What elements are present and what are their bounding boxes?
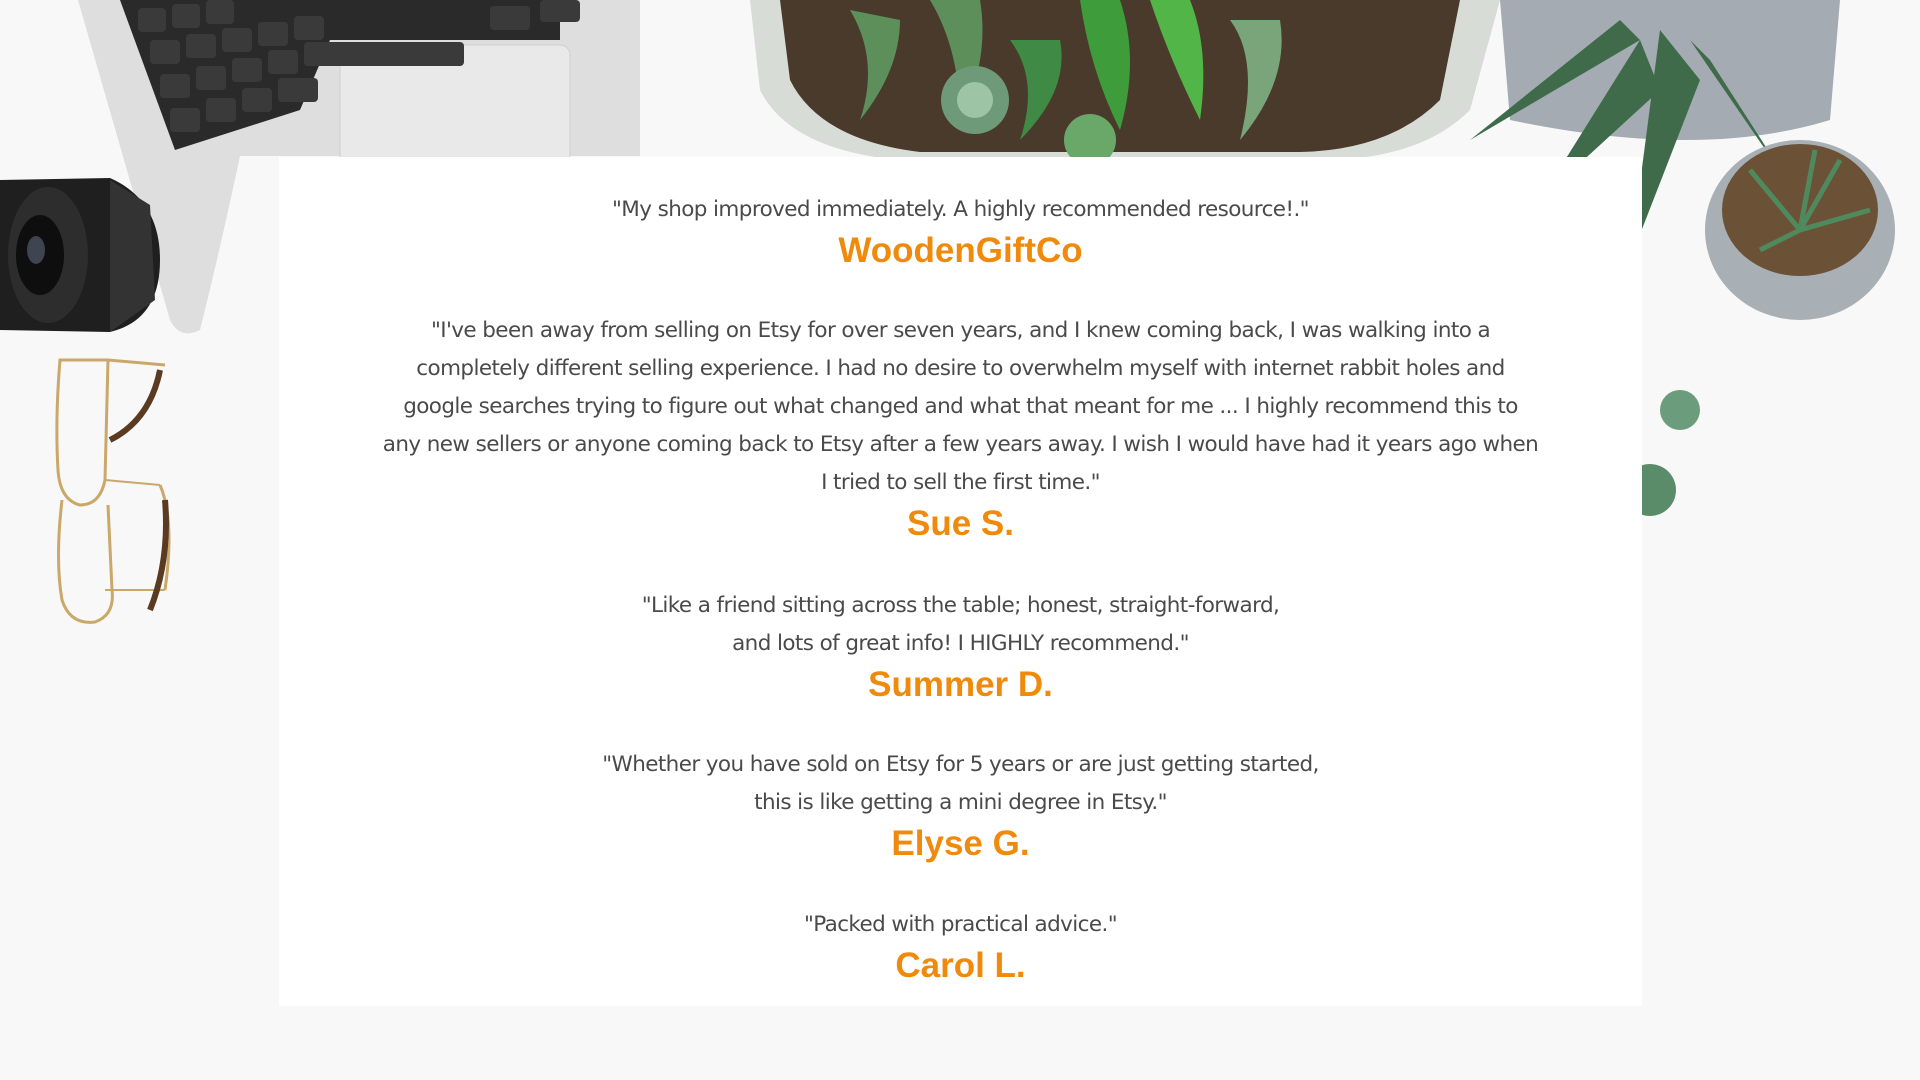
testimonial-1: "My shop improved immediately. A highly …	[279, 191, 1642, 273]
testimonial-quote-line: "Like a friend sitting across the table;…	[641, 593, 1280, 618]
camera-lens	[0, 178, 160, 332]
testimonial-author: Sue S.	[907, 504, 1014, 543]
testimonial-2: "I've been away from selling on Etsy for…	[279, 312, 1642, 546]
testimonial-quote-line: I tried to sell the first time."	[821, 470, 1100, 495]
testimonial-quote: "My shop improved immediately. A highly …	[612, 197, 1310, 222]
testimonial-quote-line: any new sellers or anyone coming back to…	[382, 432, 1539, 457]
testimonial-author: WoodenGiftCo	[838, 231, 1083, 270]
testimonial-quote-line: "I've been away from selling on Etsy for…	[430, 318, 1491, 343]
testimonial-author: Summer D.	[868, 665, 1053, 704]
testimonial-quote-line: google searches trying to figure out wha…	[403, 394, 1518, 419]
testimonial-quote: "Packed with practical advice."	[803, 912, 1118, 937]
testimonial-quote-line: and lots of great info! I HIGHLY recomme…	[732, 631, 1189, 656]
testimonial-quote-line: completely different selling experience.…	[416, 356, 1505, 381]
testimonial-3: "Like a friend sitting across the table;…	[279, 587, 1642, 707]
testimonial-4: "Whether you have sold on Etsy for 5 yea…	[279, 746, 1642, 866]
testimonial-5: "Packed with practical advice." Carol L.	[279, 906, 1642, 988]
testimonial-author: Elyse G.	[891, 824, 1030, 863]
testimonial-quote-line: this is like getting a mini degree in Et…	[754, 790, 1167, 815]
testimonial-author: Carol L.	[895, 946, 1026, 985]
testimonials-card: "My shop improved immediately. A highly …	[279, 157, 1642, 1006]
succulent-terrarium	[750, 0, 1500, 166]
testimonial-quote-line: "Whether you have sold on Etsy for 5 yea…	[602, 752, 1319, 777]
